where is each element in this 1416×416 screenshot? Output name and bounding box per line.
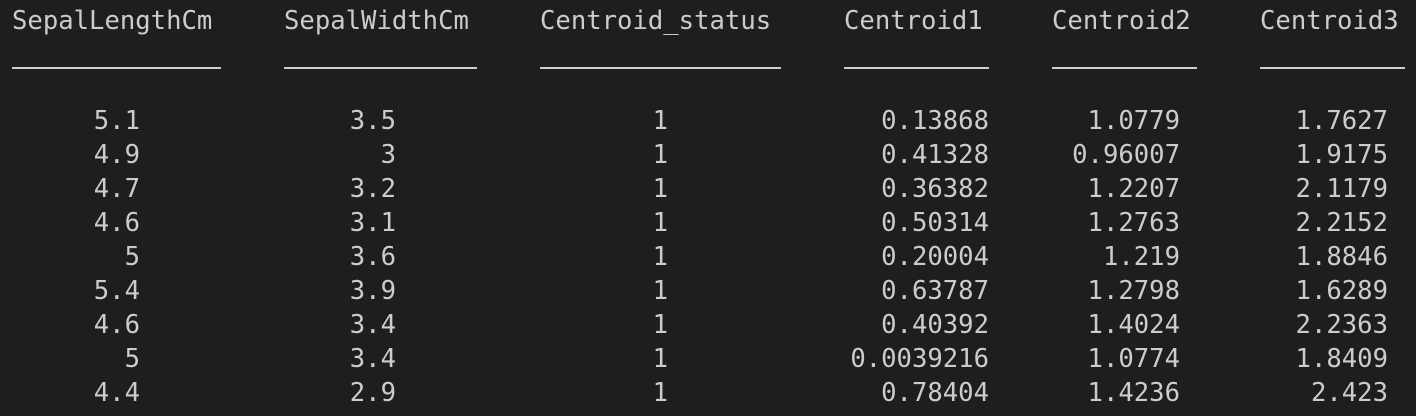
table-cell: 3.1 (349, 208, 396, 238)
table-cell: 1 (652, 276, 668, 306)
table-cell: 4.9 (93, 140, 140, 170)
table-cell: 1 (652, 174, 668, 204)
table-cell: 1 (652, 106, 668, 136)
column-header: SepalLengthCm (12, 6, 213, 36)
table-cell: 3.9 (349, 276, 396, 306)
table-cell: 2.9 (349, 378, 396, 408)
table-output: SepalLengthCm 5.1 4.9 4.7 4.6 5 5.4 4.6 5 4.4 Se… (0, 0, 1416, 416)
table-cell: 4.6 (93, 310, 140, 340)
table-cell: 2.1179 (1295, 174, 1388, 204)
table-cell: 1.2207 (1087, 174, 1180, 204)
table-cell: 1 (652, 378, 668, 408)
table-cell: 1 (652, 242, 668, 272)
table-cell: 0.96007 (1072, 140, 1180, 170)
table-cell: 0.41328 (881, 140, 989, 170)
column-header: Centroid_status (540, 6, 772, 36)
column-header: SepalWidthCm (284, 6, 469, 36)
table-cell: 4.7 (93, 174, 140, 204)
table-cell: 1.7627 (1295, 106, 1388, 136)
column-header: Centroid2 (1052, 6, 1191, 36)
table-cell: 3.4 (349, 310, 396, 340)
column-centroid2: Centroid2 1.0779 0.96007 1.2207 1.2763 1.219… (1052, 0, 1198, 416)
column-header: Centroid3 (1260, 6, 1399, 36)
column-header: Centroid1 (844, 6, 983, 36)
table-cell: 1 (652, 140, 668, 170)
table-cell: 1 (652, 344, 668, 374)
table-cell: 2.2152 (1295, 208, 1388, 238)
table-cell: 5 (124, 242, 140, 272)
table-cell: 1 (652, 208, 668, 238)
table-cell: 2.423 (1310, 378, 1388, 408)
header-underline (284, 67, 477, 69)
table-cell: 2.2363 (1295, 310, 1388, 340)
table-cell: 5 (124, 344, 140, 374)
table-cell: 5.1 (93, 106, 140, 136)
table-cell: 1.0774 (1087, 344, 1180, 374)
header-underline (1260, 67, 1405, 69)
table-cell: 1.0779 (1087, 106, 1180, 136)
column-sepal-length: SepalLengthCm 5.1 4.9 4.7 4.6 5 5.4 4.6 5 4.4 (12, 0, 222, 416)
table-cell: 0.36382 (881, 174, 989, 204)
header-underline (540, 67, 781, 69)
header-underline (844, 67, 989, 69)
table-cell: 1.219 (1102, 242, 1180, 272)
table-cell: 1.8409 (1295, 344, 1388, 374)
table-cell: 1.2798 (1087, 276, 1180, 306)
table-cell: 4.4 (93, 378, 140, 408)
table-cell: 3.2 (349, 174, 396, 204)
table-cell: 0.78404 (881, 378, 989, 408)
header-underline (1052, 67, 1197, 69)
table-cell: 0.50314 (881, 208, 989, 238)
table-cell: 0.40392 (881, 310, 989, 340)
table-cell: 1.4024 (1087, 310, 1180, 340)
table-cell: 0.13868 (881, 106, 989, 136)
table-cell: 5.4 (93, 276, 140, 306)
table-cell: 0.20004 (881, 242, 989, 272)
table-cell: 1.8846 (1295, 242, 1388, 272)
table-cell: 1.9175 (1295, 140, 1388, 170)
column-centroid3: Centroid3 1.7627 1.9175 2.1179 2.2152 1.8846… (1260, 0, 1406, 416)
column-sepal-width: SepalWidthCm 3.5 3 3.2 3.1 3.6 3.9 3.4 3.4 2.9 (284, 0, 478, 416)
table-cell: 4.6 (93, 208, 140, 238)
table-cell: 1.4236 (1087, 378, 1180, 408)
column-centroid1: Centroid1 0.13868 0.41328 0.36382 0.50314 0.… (844, 0, 990, 416)
table-cell: 1.6289 (1295, 276, 1388, 306)
header-underline (12, 67, 221, 69)
table-cell: 0.63787 (881, 276, 989, 306)
table-cell: 3.4 (349, 344, 396, 374)
table-cell: 3.6 (349, 242, 396, 272)
column-centroid-status: Centroid_status 1 1 1 1 1 1 1 1 1 (540, 0, 782, 416)
table-cell: 3.5 (349, 106, 396, 136)
table-cell: 3 (380, 140, 396, 170)
table-cell: 0.0039216 (850, 344, 989, 374)
table-cell: 1 (652, 310, 668, 340)
table-cell: 1.2763 (1087, 208, 1180, 238)
